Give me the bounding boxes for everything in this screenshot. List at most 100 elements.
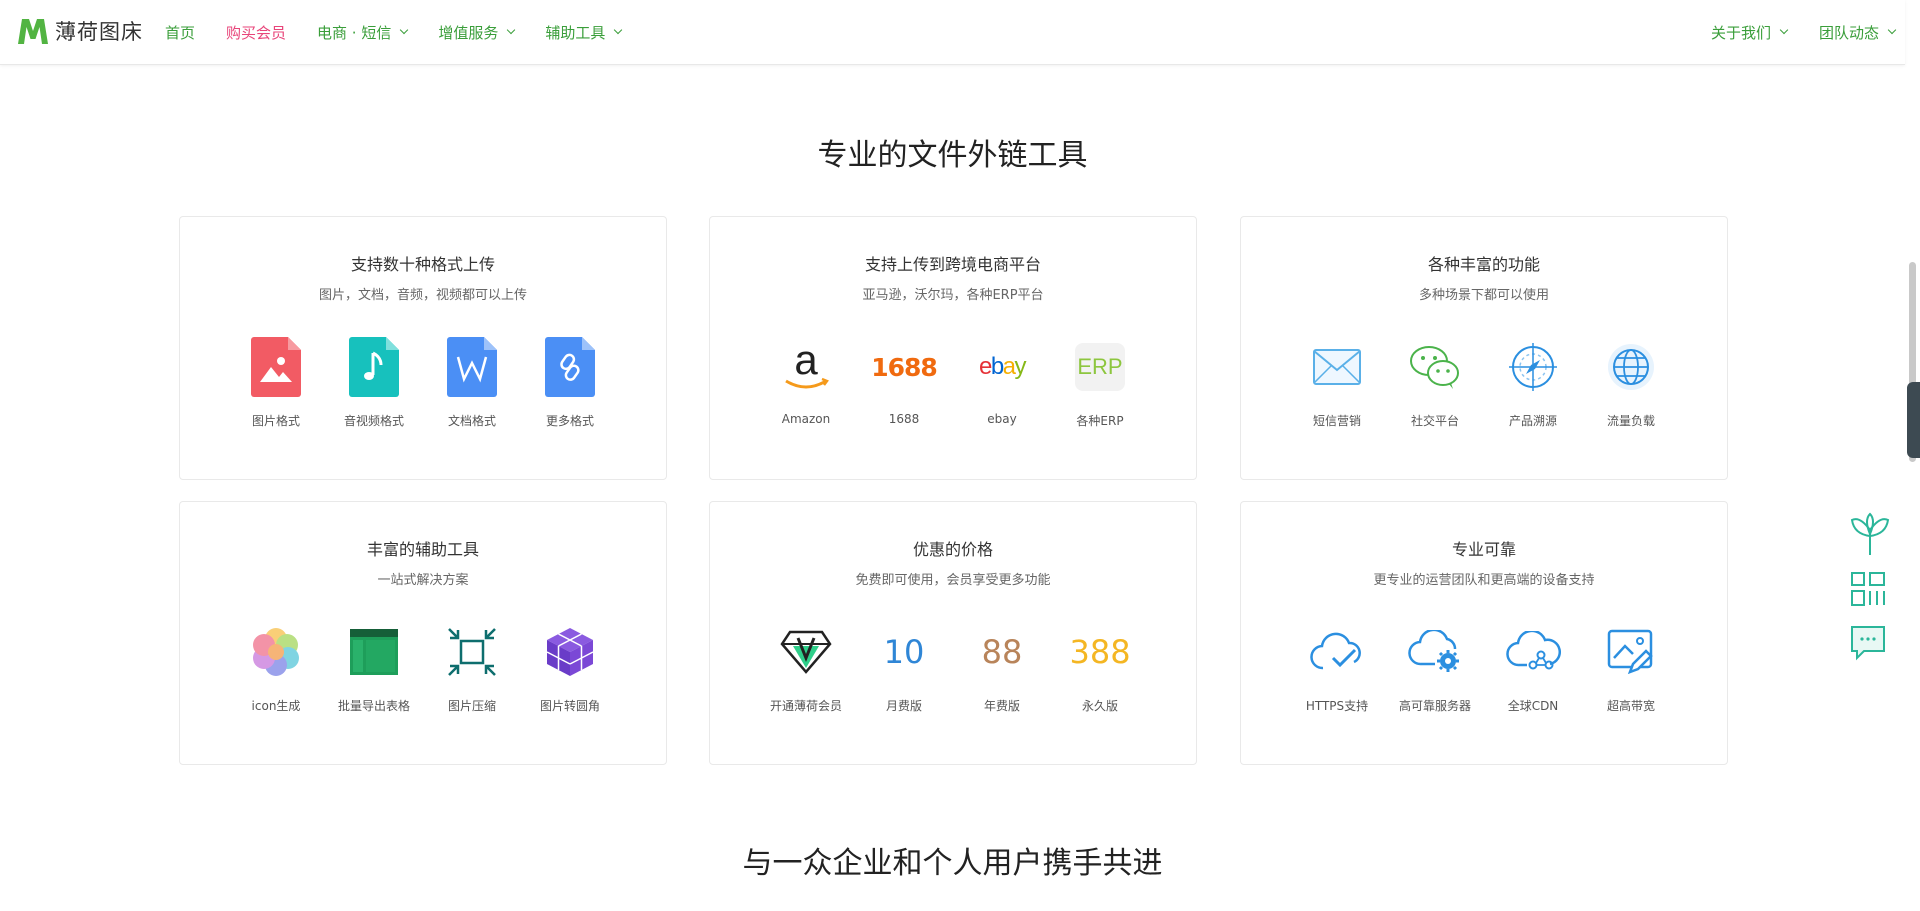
feature-card-formats: 支持数十种格式上传 图片，文档，音频，视频都可以上传 图片格式 音视频格式 文档… (179, 216, 667, 480)
card-item[interactable]: 社交平台 (1386, 337, 1484, 429)
nav-item-about[interactable]: 关于我们 (1711, 22, 1789, 43)
wechat-icon (1405, 337, 1465, 397)
feature-card-functions: 各种丰富的功能 多种场景下都可以使用 短信营销 社交平台 产品溯源 流量负载 (1240, 216, 1728, 480)
item-label: 1688 (888, 412, 920, 426)
image-file-icon (246, 337, 306, 397)
site-logo[interactable]: 薄荷图床 (16, 14, 143, 48)
item-label: 月费版 (885, 699, 922, 713)
top-nav-bar: 薄荷图床 首页 购买会员 电商 · 短信 增值服务 辅助工具 关于我们 团队动态 (0, 0, 1905, 65)
price-value: 388 (1069, 633, 1131, 671)
amazon-logo-icon: a (776, 337, 836, 397)
item-label: Amazon (781, 412, 831, 426)
grid-apps-icon[interactable] (1848, 570, 1892, 614)
card-item[interactable]: 音视频格式 (325, 337, 423, 429)
card-subtitle: 亚马逊，沃尔玛，各种ERP平台 (862, 288, 1044, 303)
table-icon (344, 622, 404, 682)
nav-item-home[interactable]: 首页 (165, 22, 195, 43)
price-value: 88 (981, 633, 1023, 671)
feature-card-ecommerce: 支持上传到跨境电商平台 亚马逊，沃尔玛，各种ERP平台 a Amazon 168… (709, 216, 1197, 480)
price-monthly: 10 (874, 622, 934, 682)
item-label: HTTPS支持 (1305, 699, 1369, 713)
item-label: 永久版 (1081, 699, 1118, 713)
card-item[interactable]: HTTPS支持 (1288, 622, 1386, 714)
item-label: 高可靠服务器 (1398, 699, 1471, 713)
card-item[interactable]: 流量负载 (1582, 337, 1680, 429)
item-label: 流量负载 (1606, 414, 1655, 428)
card-item[interactable]: 产品溯源 (1484, 337, 1582, 429)
item-label: 全球CDN (1507, 699, 1559, 713)
card-title: 丰富的辅助工具 (366, 540, 479, 559)
card-item[interactable]: 开通薄荷会员 (757, 622, 855, 714)
card-item[interactable]: 10 月费版 (855, 622, 953, 714)
scrollbar-track[interactable] (1905, 64, 1920, 911)
erp-icon-text: ERP (1077, 354, 1123, 379)
chevron-down-icon (1887, 25, 1897, 35)
floating-toolbar (1848, 512, 1892, 676)
chat-bubble-icon[interactable] (1848, 624, 1892, 666)
nav-item-value-added[interactable]: 增值服务 (438, 22, 516, 43)
erp-icon: ERP (1070, 337, 1130, 397)
card-title: 专业可靠 (1451, 540, 1516, 559)
cloud-check-icon (1307, 622, 1367, 682)
card-item[interactable]: 88 年费版 (953, 622, 1051, 714)
card-item[interactable]: 批量导出表格 (325, 622, 423, 714)
card-item[interactable]: 1688 1688 (855, 337, 953, 429)
item-label: 图片格式 (251, 414, 300, 428)
card-item[interactable]: 超高带宽 (1582, 622, 1680, 714)
nav-item-buy-vip[interactable]: 购买会员 (226, 22, 286, 43)
card-item[interactable]: 388 永久版 (1051, 622, 1149, 714)
ebay-logo-letter: y (1014, 353, 1027, 380)
chevron-down-icon (1779, 25, 1789, 35)
item-label: 产品溯源 (1508, 414, 1557, 428)
card-subtitle: 多种场景下都可以使用 (1418, 288, 1549, 303)
card-item[interactable]: 全球CDN (1484, 622, 1582, 714)
ebay-logo-letter: b (990, 353, 1004, 380)
cloud-gear-icon (1405, 622, 1465, 682)
card-item[interactable]: 文档格式 (423, 337, 521, 429)
globe-icon (1601, 337, 1661, 397)
item-label: icon生成 (251, 699, 301, 713)
card-items: 开通薄荷会员 10 月费版 88 年费版 388 永久版 (757, 622, 1149, 714)
card-item[interactable]: ERP 各种ERP (1051, 337, 1149, 429)
chevron-down-icon (614, 25, 623, 35)
nav-item-ecommerce-sms[interactable]: 电商 · 短信 (317, 22, 409, 43)
ebay-logo-icon: ebay (972, 337, 1032, 397)
card-item[interactable]: 图片格式 (227, 337, 325, 429)
card-item[interactable]: 更多格式 (521, 337, 619, 429)
card-title: 各种丰富的功能 (1427, 255, 1540, 274)
item-label: 年费版 (983, 699, 1020, 713)
item-label: 批量导出表格 (337, 699, 410, 713)
feature-card-tools: 丰富的辅助工具 一站式解决方案 icon生成 批量导出表格 图片压缩 图片转圆角 (179, 501, 667, 765)
1688-logo-icon: 1688 (871, 337, 938, 397)
item-label: 短信营销 (1312, 414, 1361, 428)
card-item[interactable]: icon生成 (227, 622, 325, 714)
card-subtitle: 更专业的运营团队和更高端的设备支持 (1373, 573, 1595, 588)
side-panel-handle[interactable] (1907, 382, 1920, 458)
card-item[interactable]: a Amazon (757, 337, 855, 429)
card-item[interactable]: ebay ebay (953, 337, 1051, 429)
nav-item-tools[interactable]: 辅助工具 (545, 22, 623, 43)
item-label: 图片压缩 (447, 699, 496, 713)
card-item[interactable]: 图片压缩 (423, 622, 521, 714)
card-item[interactable]: 高可靠服务器 (1386, 622, 1484, 714)
item-label: ebay (987, 412, 1017, 426)
card-item[interactable]: 图片转圆角 (521, 622, 619, 714)
main-nav: 首页 购买会员 电商 · 短信 增值服务 辅助工具 (165, 0, 652, 64)
item-label: 音视频格式 (343, 414, 404, 428)
cube-icon (540, 622, 600, 682)
card-title: 支持上传到跨境电商平台 (864, 255, 1041, 274)
envelope-icon (1307, 337, 1367, 397)
nav-item-team-news[interactable]: 团队动态 (1818, 22, 1897, 43)
nav-team-news-label: 团队动态 (1818, 23, 1879, 42)
link-file-icon (540, 337, 600, 397)
sprout-icon[interactable] (1848, 512, 1892, 560)
right-nav: 关于我们 团队动态 (1679, 0, 1897, 64)
card-item[interactable]: 短信营销 (1288, 337, 1386, 429)
nav-home-label: 首页 (165, 23, 196, 42)
feature-card-reliable: 专业可靠 更专业的运营团队和更高端的设备支持 HTTPS支持 高可靠服务器 全球… (1240, 501, 1728, 765)
ebay-logo-letter: a (1002, 353, 1016, 380)
compress-icon (442, 622, 502, 682)
chevron-down-icon (507, 25, 516, 35)
item-label: 超高带宽 (1606, 699, 1655, 713)
compass-icon (1503, 337, 1563, 397)
